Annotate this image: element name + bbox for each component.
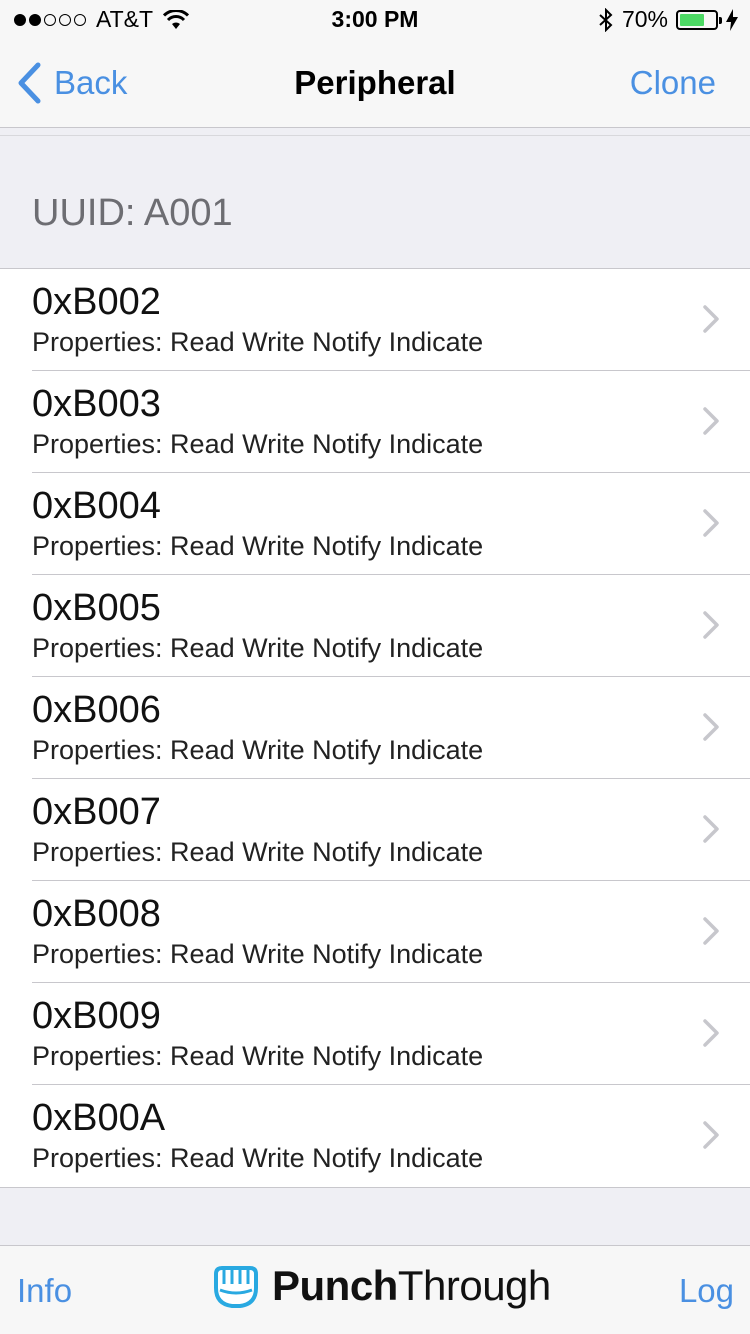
status-bar: AT&T 3:00 PM 70% bbox=[0, 0, 750, 40]
back-label: Back bbox=[54, 64, 128, 101]
logo-bold-text: Punch bbox=[272, 1262, 398, 1309]
characteristic-properties: Properties: Read Write Notify Indicate bbox=[32, 327, 484, 357]
characteristic-row[interactable]: 0xB007 Properties: Read Write Notify Indi… bbox=[0, 779, 750, 881]
characteristic-uuid: 0xB00A bbox=[32, 1097, 166, 1139]
chevron-right-icon bbox=[703, 1019, 719, 1047]
back-button[interactable]: Back bbox=[16, 62, 127, 104]
battery-percentage: 70% bbox=[621, 6, 668, 32]
chevron-right-icon bbox=[703, 713, 719, 741]
status-right: 70% bbox=[598, 6, 738, 33]
chevron-right-icon bbox=[703, 1121, 719, 1149]
status-left: AT&T bbox=[14, 6, 190, 33]
bottom-toolbar: Info PunchThrough Log bbox=[0, 1245, 750, 1334]
chevron-right-icon bbox=[703, 917, 719, 945]
characteristic-properties: Properties: Read Write Notify Indicate bbox=[32, 531, 484, 561]
characteristic-row[interactable]: 0xB008 Properties: Read Write Notify Indi… bbox=[0, 881, 750, 983]
chevron-right-icon bbox=[703, 407, 719, 435]
characteristic-uuid: 0xB006 bbox=[32, 689, 161, 731]
characteristic-properties: Properties: Read Write Notify Indicate bbox=[32, 429, 484, 459]
log-button[interactable]: Log bbox=[679, 1272, 734, 1310]
characteristic-properties: Properties: Read Write Notify Indicate bbox=[32, 1041, 484, 1071]
characteristic-properties: Properties: Read Write Notify Indicate bbox=[32, 939, 484, 969]
punchthrough-logo: PunchThrough bbox=[210, 1260, 551, 1312]
characteristics-list: 0xB002 Properties: Read Write Notify Indi… bbox=[0, 268, 750, 1188]
characteristic-row[interactable]: 0xB005 Properties: Read Write Notify Indi… bbox=[0, 575, 750, 677]
bluetooth-icon bbox=[599, 7, 613, 32]
characteristic-row[interactable]: 0xB006 Properties: Read Write Notify Indi… bbox=[0, 677, 750, 779]
characteristic-uuid: 0xB005 bbox=[32, 587, 161, 629]
wifi-icon bbox=[163, 9, 190, 29]
characteristic-uuid: 0xB009 bbox=[32, 995, 161, 1037]
service-uuid-label: UUID: A001 bbox=[32, 192, 233, 234]
characteristic-properties: Properties: Read Write Notify Indicate bbox=[32, 633, 484, 663]
characteristic-properties: Properties: Read Write Notify Indicate bbox=[32, 735, 484, 765]
characteristic-uuid: 0xB007 bbox=[32, 791, 161, 833]
chevron-left-icon bbox=[18, 62, 41, 104]
carrier-name: AT&T bbox=[96, 6, 154, 32]
chevron-right-icon bbox=[703, 509, 719, 537]
characteristic-properties: Properties: Read Write Notify Indicate bbox=[32, 837, 484, 867]
characteristic-uuid: 0xB003 bbox=[32, 383, 161, 425]
chevron-right-icon bbox=[703, 815, 719, 843]
battery-icon bbox=[676, 9, 722, 30]
fist-logo-icon bbox=[214, 1266, 258, 1308]
characteristic-row[interactable]: 0xB002 Properties: Read Write Notify Indi… bbox=[0, 269, 750, 371]
characteristic-row[interactable]: 0xB004 Properties: Read Write Notify Indi… bbox=[0, 473, 750, 575]
section-header: UUID: A001 bbox=[0, 135, 750, 268]
characteristic-uuid: 0xB008 bbox=[32, 893, 161, 935]
signal-strength-icon bbox=[14, 13, 86, 26]
chevron-right-icon bbox=[703, 611, 719, 639]
clone-button[interactable]: Clone bbox=[630, 64, 716, 102]
info-button[interactable]: Info bbox=[17, 1272, 72, 1310]
chevron-right-icon bbox=[703, 305, 719, 333]
logo-regular-text: Through bbox=[397, 1262, 551, 1309]
characteristic-row[interactable]: 0xB009 Properties: Read Write Notify Indi… bbox=[0, 983, 750, 1085]
characteristic-row[interactable]: 0xB003 Properties: Read Write Notify Indi… bbox=[0, 371, 750, 473]
characteristic-properties: Properties: Read Write Notify Indicate bbox=[32, 1143, 484, 1173]
characteristic-uuid: 0xB002 bbox=[32, 281, 161, 323]
navigation-bar: Back Peripheral Clone bbox=[0, 40, 750, 128]
characteristic-row[interactable]: 0xB00A Properties: Read Write Notify Indi… bbox=[0, 1085, 750, 1187]
charging-bolt-icon bbox=[726, 8, 738, 31]
characteristic-uuid: 0xB004 bbox=[32, 485, 161, 527]
